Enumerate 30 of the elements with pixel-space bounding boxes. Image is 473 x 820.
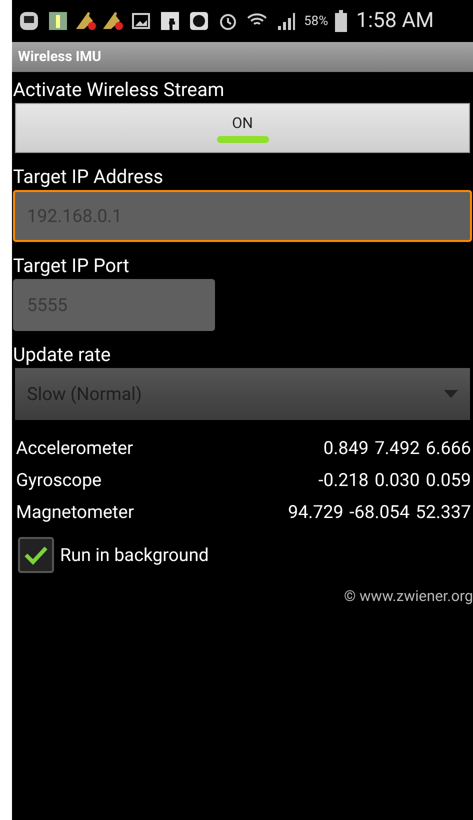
sensor-value: 0.030	[374, 470, 420, 491]
window-title: Wireless IMU	[18, 49, 102, 65]
clock: 1:58 AM	[356, 9, 434, 33]
sensor-name: Gyroscope	[16, 470, 102, 491]
copyright-text: © www.zwiener.org	[344, 587, 473, 605]
field-label: Activate Wireless Stream	[13, 78, 226, 101]
checkbox[interactable]	[18, 537, 54, 573]
field-label: Update rate	[13, 343, 112, 366]
signal-icon	[275, 10, 297, 32]
sensor-value: -68.054	[349, 502, 410, 523]
sensor-value: 52.337	[416, 502, 471, 523]
app-icon	[47, 10, 69, 32]
sensor-name: Magnetometer	[16, 502, 134, 523]
sensor-value: -0.218	[318, 470, 369, 491]
battery-icon	[335, 10, 348, 32]
sensor-value: 6.666	[426, 438, 471, 459]
field-label: Target IP Address	[13, 165, 164, 188]
check-icon	[24, 545, 48, 565]
sensor-value: 7.492	[374, 438, 420, 459]
sensor-value: 94.729	[288, 502, 344, 523]
chat-icon	[18, 10, 40, 32]
field-label: Target IP Port	[13, 254, 130, 277]
sensor-name: Accelerometer	[16, 438, 134, 459]
caret-icon	[444, 390, 458, 398]
stream-toggle[interactable]: ON	[15, 103, 470, 153]
checkbox-label: Run in background	[60, 544, 209, 566]
sensor-value: 0.849	[323, 438, 369, 459]
battery-percent: 58%	[304, 14, 328, 28]
image-icon	[130, 10, 152, 32]
sensor-value: 0.059	[426, 470, 471, 491]
